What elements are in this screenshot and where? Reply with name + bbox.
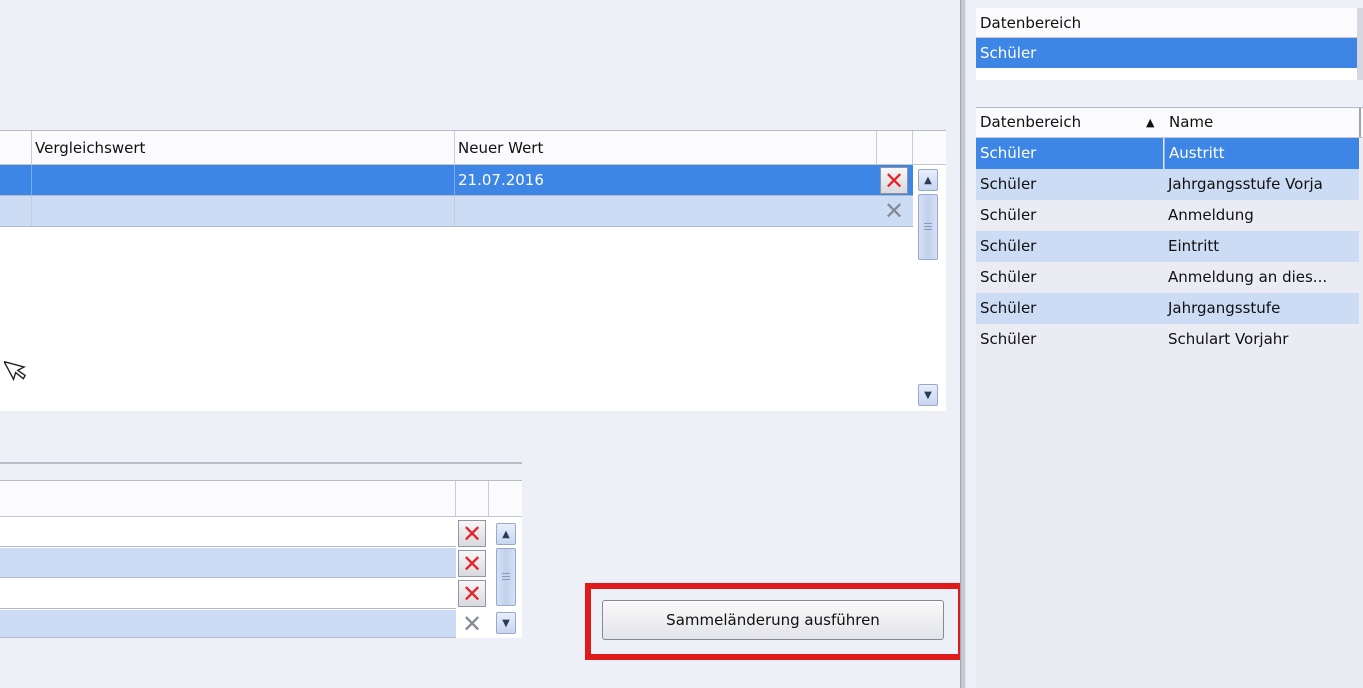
- mouse-cursor-icon: [4, 360, 27, 382]
- vergleichswert-cell[interactable]: [32, 196, 454, 226]
- name-cell: Anmeldung: [1168, 206, 1254, 224]
- chevron-up-icon[interactable]: ▲: [496, 523, 516, 545]
- sort-ascending-icon: ▲: [1146, 116, 1155, 129]
- delete-x-icon[interactable]: ✕: [458, 550, 486, 577]
- list-item[interactable]: Schüler Austritt: [976, 138, 1359, 169]
- field-list-header: Datenbereich ▲ Name: [976, 107, 1363, 138]
- chevron-up-icon[interactable]: ▲: [918, 169, 938, 191]
- delete-x-icon[interactable]: ✕: [458, 580, 486, 607]
- list-item[interactable]: Schüler Jahrgangsstufe Vorja: [976, 169, 1359, 200]
- table-row[interactable]: [0, 517, 456, 547]
- panel-splitter[interactable]: [960, 0, 966, 688]
- field-list: Datenbereich ▲ Name Schüler Austritt Sch…: [976, 107, 1363, 688]
- assignment-grid: ✕ ✕ ✕ ✕ ▲ ▼: [0, 480, 522, 638]
- neuer-wert-cell[interactable]: [455, 196, 875, 226]
- datenbereich-cell: Schüler: [980, 237, 1037, 255]
- value-cell[interactable]: [0, 517, 454, 546]
- datenbereich-cell: Schüler: [980, 330, 1037, 348]
- name-cell: Jahrgangsstufe Vorja: [1168, 175, 1323, 193]
- list-item[interactable]: Schüler Anmeldung an dies...: [976, 262, 1359, 293]
- list-item[interactable]: Schüler Anmeldung: [976, 200, 1359, 231]
- delete-x-icon[interactable]: ✕: [880, 167, 908, 194]
- data-area-list: Datenbereich Schüler: [976, 8, 1363, 80]
- assignment-grid-header: [0, 480, 522, 517]
- datenbereich-cell: Schüler: [980, 268, 1037, 286]
- criteria-row[interactable]: [0, 196, 913, 227]
- column-header-neuer-wert[interactable]: Neuer Wert: [455, 131, 875, 164]
- column-header-datenbereich[interactable]: Datenbereich: [976, 108, 1146, 137]
- column-header-vergleichswert[interactable]: Vergleichswert: [32, 131, 454, 164]
- divider: [0, 462, 522, 464]
- list-item[interactable]: Schüler Jahrgangsstufe: [976, 293, 1359, 324]
- delete-x-icon[interactable]: ✕: [880, 197, 908, 224]
- criteria-row[interactable]: 21.07.2016: [0, 165, 913, 196]
- criteria-grid: Vergleichswert Neuer Wert 21.07.2016 ✕ ✕…: [0, 130, 946, 411]
- value-cell[interactable]: [0, 579, 454, 608]
- list-item[interactable]: Schüler: [976, 38, 1357, 68]
- datenbereich-cell: Schüler: [980, 206, 1037, 224]
- table-row[interactable]: [0, 548, 456, 578]
- criteria-grid-header: Vergleichswert Neuer Wert: [0, 130, 946, 165]
- name-cell: Austritt: [1164, 138, 1359, 169]
- chevron-down-icon[interactable]: ▼: [496, 612, 516, 634]
- datenbereich-cell: Schüler: [976, 138, 1163, 169]
- value-cell[interactable]: [0, 548, 454, 577]
- table-row[interactable]: [0, 579, 456, 609]
- delete-x-icon[interactable]: ✕: [458, 610, 486, 637]
- column-header-datenbereich[interactable]: Datenbereich: [976, 8, 1363, 38]
- list-item[interactable]: Schüler Eintritt: [976, 231, 1359, 262]
- table-row[interactable]: [0, 610, 456, 638]
- list-item[interactable]: Schüler Schulart Vorjahr: [976, 324, 1359, 355]
- vergleichswert-cell[interactable]: [32, 165, 454, 195]
- delete-x-icon[interactable]: ✕: [458, 520, 486, 547]
- scrollbar-thumb[interactable]: [496, 548, 516, 606]
- name-cell: Jahrgangsstufe: [1168, 299, 1281, 317]
- name-cell: Eintritt: [1168, 237, 1220, 255]
- datenbereich-cell: Schüler: [980, 175, 1037, 193]
- column-header-name[interactable]: Name: [1166, 108, 1356, 137]
- chevron-down-icon[interactable]: ▼: [918, 384, 938, 406]
- scrollbar[interactable]: [1357, 8, 1363, 80]
- name-cell: Anmeldung an dies...: [1168, 268, 1328, 286]
- scrollbar-thumb[interactable]: [918, 194, 938, 260]
- datenbereich-cell: Schüler: [980, 299, 1037, 317]
- execute-bulk-change-button[interactable]: Sammeländerung ausführen: [602, 600, 944, 640]
- value-cell[interactable]: [0, 610, 454, 637]
- neuer-wert-cell[interactable]: 21.07.2016: [455, 165, 875, 195]
- name-cell: Schulart Vorjahr: [1168, 330, 1289, 348]
